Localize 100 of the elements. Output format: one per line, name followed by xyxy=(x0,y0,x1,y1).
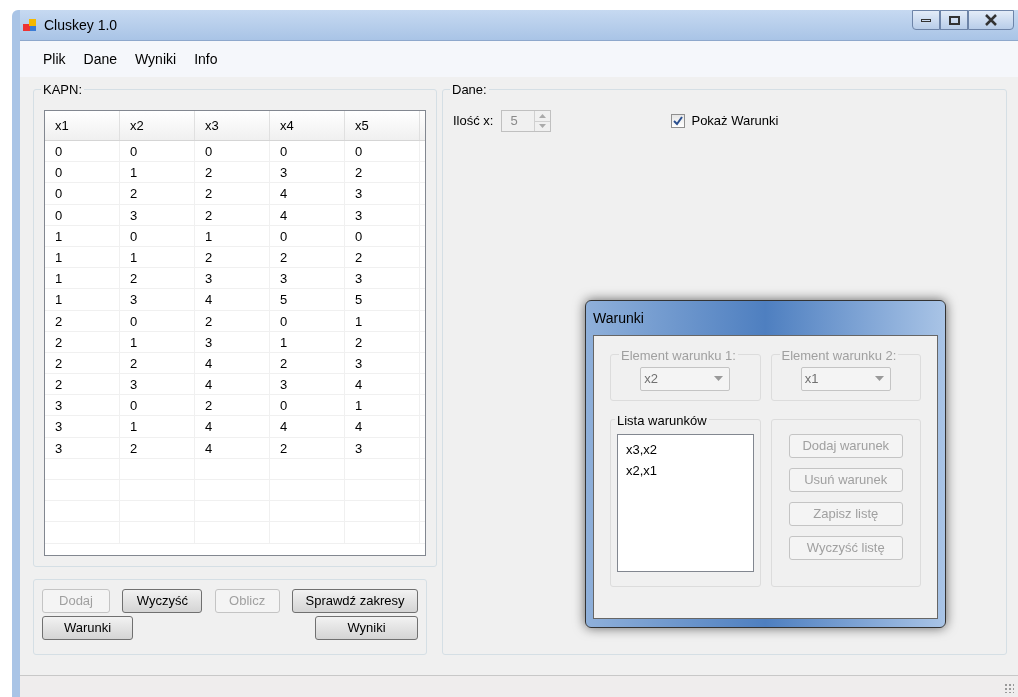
table-cell: 1 xyxy=(195,225,270,246)
table-cell: 0 xyxy=(45,183,120,204)
table-cell: 3 xyxy=(120,289,195,310)
table-cell: 0 xyxy=(120,310,195,331)
table-cell: 1 xyxy=(45,246,120,268)
table-cell: 3 xyxy=(195,268,270,289)
minimize-button[interactable] xyxy=(912,10,940,30)
button[interactable]: Warunki xyxy=(42,616,133,640)
table-cell: 4 xyxy=(195,416,270,437)
table-cell: 2 xyxy=(45,310,120,331)
menu-item[interactable]: Info xyxy=(185,46,227,72)
table-cell: 3 xyxy=(270,268,345,289)
table-cell: 3 xyxy=(120,204,195,225)
checkbox-label: Pokaż Warunki xyxy=(691,112,779,131)
table-cell: 3 xyxy=(345,268,420,289)
column-header[interactable]: x4 xyxy=(270,111,345,140)
caret-icon xyxy=(714,376,724,381)
table-cell: 3 xyxy=(120,374,195,395)
table-cell: 4 xyxy=(195,374,270,395)
table-cell: 4 xyxy=(270,204,345,225)
table-cell: 4 xyxy=(270,183,345,204)
table-cell: 3 xyxy=(345,437,420,458)
table-cell: 3 xyxy=(195,331,270,352)
close-button[interactable] xyxy=(968,10,1014,30)
table-cell: 0 xyxy=(345,141,420,162)
table-cell: 2 xyxy=(120,437,195,458)
table-cell: 5 xyxy=(270,289,345,310)
table-cell: 0 xyxy=(270,395,345,416)
table-cell: 1 xyxy=(120,246,195,268)
table-cell: 3 xyxy=(345,183,420,204)
list-box[interactable]: x3,x2 x2,x1 xyxy=(617,434,754,572)
table-cell: 2 xyxy=(345,162,420,183)
checkbox[interactable] xyxy=(671,114,686,128)
table-cell: 2 xyxy=(195,395,270,416)
table-cell: 4 xyxy=(345,374,420,395)
table-cell: 2 xyxy=(45,331,120,352)
table-cell: 3 xyxy=(345,352,420,374)
column-header[interactable]: x5 xyxy=(345,111,420,140)
table-cell: 1 xyxy=(345,310,420,331)
caret-icon xyxy=(874,376,884,381)
table-cell: 2 xyxy=(45,374,120,395)
maximize-icon xyxy=(948,15,960,25)
menu-item[interactable]: Plik xyxy=(34,46,75,72)
table-cell: 2 xyxy=(195,162,270,183)
menu-item[interactable]: Dane xyxy=(74,46,127,72)
list-item[interactable]: x2,x1 xyxy=(626,460,745,481)
table-cell: 2 xyxy=(345,331,420,352)
table-cell: 2 xyxy=(195,246,270,268)
dialog-title: Warunki xyxy=(593,308,644,328)
table-cell: 2 xyxy=(345,246,420,268)
table-cell: 2 xyxy=(270,246,345,268)
table-cell: 4 xyxy=(270,416,345,437)
close-icon xyxy=(984,14,998,26)
table-cell: 0 xyxy=(45,204,120,225)
column-header[interactable]: x1 xyxy=(45,111,120,140)
table-cell: 3 xyxy=(45,416,120,437)
table-cell: 2 xyxy=(270,352,345,374)
button[interactable]: Wyczyść xyxy=(122,589,203,613)
table-cell: 1 xyxy=(120,416,195,437)
minimize-icon xyxy=(921,18,931,22)
table-cell: 2 xyxy=(270,437,345,458)
table-cell: 0 xyxy=(120,225,195,246)
table-cell: 2 xyxy=(195,204,270,225)
menu-item[interactable]: Wyniki xyxy=(126,46,186,72)
table-cell: 2 xyxy=(120,268,195,289)
table-cell: 3 xyxy=(270,162,345,183)
table-cell: 2 xyxy=(195,183,270,204)
table-cell: 0 xyxy=(120,395,195,416)
table-cell: 1 xyxy=(45,289,120,310)
table-cell: 1 xyxy=(45,268,120,289)
count-label: Ilość x: xyxy=(453,112,494,131)
table-cell: 0 xyxy=(270,141,345,162)
table-cell: 1 xyxy=(345,395,420,416)
table-cell: 0 xyxy=(270,225,345,246)
table-cell: 0 xyxy=(345,225,420,246)
table-cell: 1 xyxy=(45,225,120,246)
button[interactable]: Sprawdź zakresy xyxy=(292,589,418,613)
table-cell: 0 xyxy=(195,141,270,162)
table-cell: 0 xyxy=(270,310,345,331)
maximize-button[interactable] xyxy=(940,10,968,30)
table-cell: 1 xyxy=(120,331,195,352)
table-cell: 0 xyxy=(45,141,120,162)
button[interactable]: Wyniki xyxy=(315,616,418,640)
window-title: Cluskey 1.0 xyxy=(44,15,118,35)
table-cell: 2 xyxy=(45,352,120,374)
table-cell: 3 xyxy=(345,204,420,225)
table-cell: 4 xyxy=(195,352,270,374)
table-cell: 3 xyxy=(45,395,120,416)
table-cell: 2 xyxy=(195,310,270,331)
column-header[interactable]: x3 xyxy=(195,111,270,140)
list-item[interactable]: x3,x2 xyxy=(626,439,745,460)
table-cell: 1 xyxy=(270,331,345,352)
table-cell: 5 xyxy=(345,289,420,310)
column-header[interactable]: x2 xyxy=(120,111,195,140)
table-cell: 3 xyxy=(45,437,120,458)
resize-grip[interactable] xyxy=(1004,683,1014,693)
check-icon xyxy=(673,116,684,126)
table-cell: 3 xyxy=(270,374,345,395)
table-cell: 2 xyxy=(120,352,195,374)
table-cell: 4 xyxy=(195,437,270,458)
